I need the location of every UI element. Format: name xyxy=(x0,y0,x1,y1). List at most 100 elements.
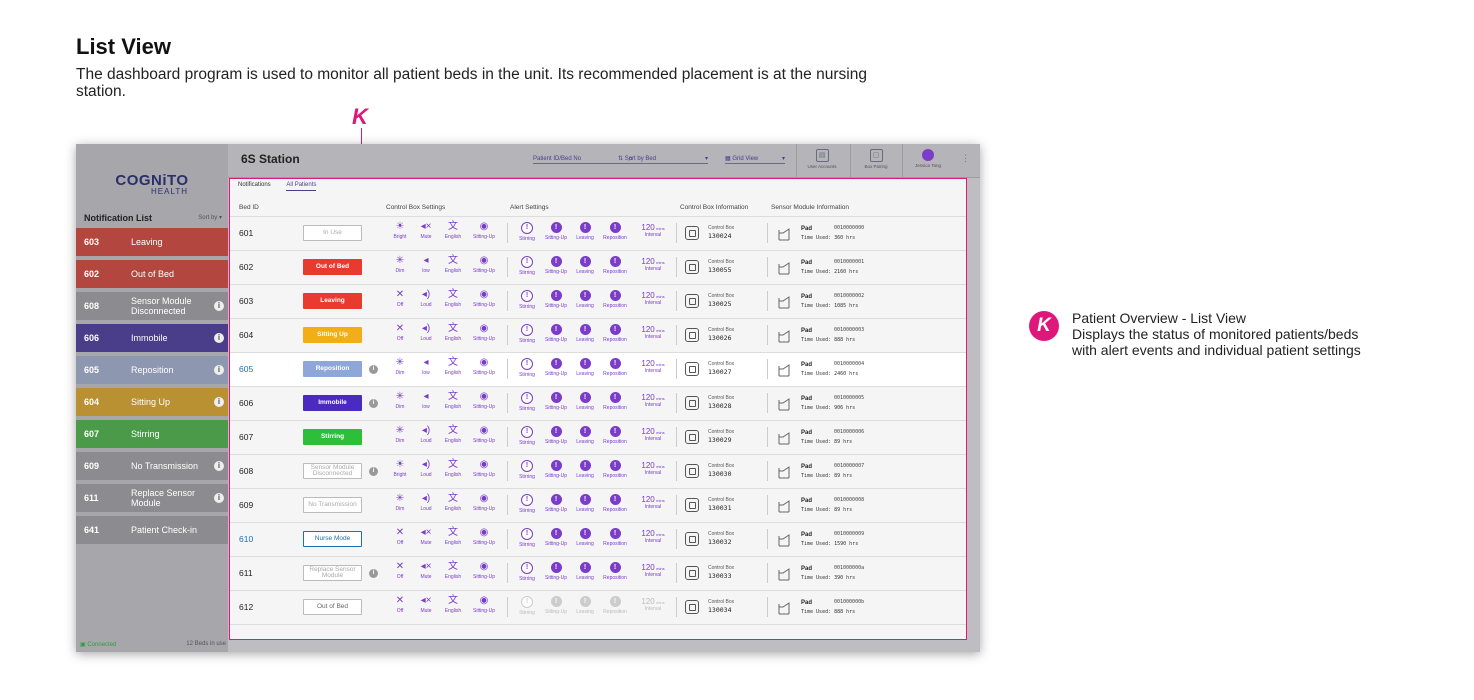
alert-toggle[interactable]: ! Sitting-Up xyxy=(541,458,571,479)
notification-item[interactable]: 606 Immobile i xyxy=(76,324,228,352)
light-setting[interactable]: ✳ Dim xyxy=(387,390,413,410)
alert-toggle[interactable]: ! Reposition xyxy=(600,390,630,411)
alert-toggle[interactable]: ! Reposition xyxy=(600,560,630,581)
alert-toggle[interactable]: ! Sitting-Up xyxy=(541,492,571,513)
sound-setting[interactable]: ◂× Mute xyxy=(413,594,439,614)
interval-setting[interactable]: 120 mins Interval xyxy=(635,257,671,272)
notification-sort-dropdown[interactable]: Sort by ▾ xyxy=(198,214,222,221)
notification-item[interactable]: 603 Leaving xyxy=(76,228,228,256)
language-setting[interactable]: 文 English xyxy=(440,356,466,376)
status-badge[interactable]: Out of Bed xyxy=(303,599,362,615)
table-row[interactable]: 603 Leaving ✕ Off ◂) Loud 文 English ◉ Sitting-Up!… xyxy=(230,285,966,319)
interval-setting[interactable]: 120 mins Interval xyxy=(635,291,671,306)
sound-setting[interactable]: ◂) Loud xyxy=(413,458,439,478)
sitting-up-setting[interactable]: ◉ Sitting-Up xyxy=(471,356,497,376)
light-setting[interactable]: ✕ Off xyxy=(387,322,413,342)
table-row[interactable]: 612 Out of Bed ✕ Off ◂× Mute 文 English ◉ Sitting-… xyxy=(230,591,966,625)
box-pairing-button[interactable]: ▢ Box Pairing xyxy=(850,144,901,177)
notification-item[interactable]: 641 Patient Check-in xyxy=(76,516,228,544)
sound-setting[interactable]: ◂) Loud xyxy=(413,322,439,342)
notification-item[interactable]: 602 Out of Bed xyxy=(76,260,228,288)
alert-toggle[interactable]: ! Leaving xyxy=(570,424,600,445)
alert-toggle[interactable]: ! Leaving xyxy=(570,220,600,241)
alert-toggle[interactable]: ! Stirring xyxy=(512,390,542,412)
sound-setting[interactable]: ◂) Loud xyxy=(413,288,439,308)
alert-toggle[interactable]: ! Sitting-Up xyxy=(541,560,571,581)
notification-item[interactable]: 607 Stirring xyxy=(76,420,228,448)
sitting-up-setting[interactable]: ◉ Sitting-Up xyxy=(471,254,497,274)
notification-item[interactable]: 605 Reposition i xyxy=(76,356,228,384)
table-row[interactable]: 611 Replace Sensor Module i ✕ Off ◂× Mute 文 Engl… xyxy=(230,557,966,591)
status-badge[interactable]: No Transmission xyxy=(303,497,362,513)
sitting-up-setting[interactable]: ◉ Sitting-Up xyxy=(471,288,497,308)
language-setting[interactable]: 文 English xyxy=(440,220,466,240)
user-profile-button[interactable]: Jessica Tang xyxy=(902,144,953,177)
info-icon[interactable]: i xyxy=(214,397,224,407)
alert-toggle[interactable]: ! Leaving xyxy=(570,526,600,547)
info-icon[interactable]: i xyxy=(369,399,378,408)
alert-toggle[interactable]: ! Stirring xyxy=(512,424,542,446)
sitting-up-setting[interactable]: ◉ Sitting-Up xyxy=(471,424,497,444)
alert-toggle[interactable]: ! Stirring xyxy=(512,560,542,582)
alert-toggle[interactable]: ! Leaving xyxy=(570,594,600,615)
light-setting[interactable]: ✳ Dim xyxy=(387,254,413,274)
light-setting[interactable]: ✕ Off xyxy=(387,560,413,580)
interval-setting[interactable]: 120 mins Interval xyxy=(635,495,671,510)
sitting-up-setting[interactable]: ◉ Sitting-Up xyxy=(471,492,497,512)
language-setting[interactable]: 文 English xyxy=(440,424,466,444)
status-badge[interactable]: Immobile xyxy=(303,395,362,411)
alert-toggle[interactable]: ! Leaving xyxy=(570,390,600,411)
interval-setting[interactable]: 120 mins Interval xyxy=(635,325,671,340)
light-setting[interactable]: ✳ Dim xyxy=(387,424,413,444)
language-setting[interactable]: 文 English xyxy=(440,492,466,512)
alert-toggle[interactable]: ! Reposition xyxy=(600,594,630,615)
sitting-up-setting[interactable]: ◉ Sitting-Up xyxy=(471,322,497,342)
table-row[interactable]: 601 In Use ☀ Bright ◂× Mute 文 English ◉ Sitting-U… xyxy=(230,217,966,251)
alert-toggle[interactable]: ! Stirring xyxy=(512,220,542,242)
alert-toggle[interactable]: ! Reposition xyxy=(600,424,630,445)
info-icon[interactable]: i xyxy=(214,333,224,343)
status-badge[interactable]: Stirring xyxy=(303,429,362,445)
sound-setting[interactable]: ◂ low xyxy=(413,356,439,376)
alert-toggle[interactable]: ! Sitting-Up xyxy=(541,220,571,241)
table-row[interactable]: 604 Sitting Up ✕ Off ◂) Loud 文 English ◉ Sitting-… xyxy=(230,319,966,353)
language-setting[interactable]: 文 English xyxy=(440,288,466,308)
light-setting[interactable]: ☀ Bright xyxy=(387,458,413,478)
status-badge[interactable]: Sitting Up xyxy=(303,327,362,343)
status-badge[interactable]: Nurse Mode xyxy=(303,531,362,547)
tab-notifications[interactable]: Notifications xyxy=(238,182,271,190)
alert-toggle[interactable]: ! Leaving xyxy=(570,560,600,581)
sound-setting[interactable]: ◂× Mute xyxy=(413,560,439,580)
alert-toggle[interactable]: ! Sitting-Up xyxy=(541,594,571,615)
table-row[interactable]: 610 Nurse Mode ✕ Off ◂× Mute 文 English ◉ Sitting-… xyxy=(230,523,966,557)
status-badge[interactable]: Reposition xyxy=(303,361,362,377)
user-accounts-button[interactable]: ▤ User Accounts xyxy=(796,144,847,177)
alert-toggle[interactable]: ! Leaving xyxy=(570,492,600,513)
sitting-up-setting[interactable]: ◉ Sitting-Up xyxy=(471,526,497,546)
interval-setting[interactable]: 120 mins Interval xyxy=(635,427,671,442)
light-setting[interactable]: ✕ Off xyxy=(387,288,413,308)
language-setting[interactable]: 文 English xyxy=(440,254,466,274)
alert-toggle[interactable]: ! Stirring xyxy=(512,254,542,276)
info-icon[interactable]: i xyxy=(214,461,224,471)
alert-toggle[interactable]: ! Stirring xyxy=(512,288,542,310)
light-setting[interactable]: ☀ Bright xyxy=(387,220,413,240)
tab-all-patients[interactable]: All Patients xyxy=(286,182,317,191)
alert-toggle[interactable]: ! Stirring xyxy=(512,356,542,378)
more-menu-icon[interactable]: ⋮ xyxy=(961,153,970,164)
alert-toggle[interactable]: ! Sitting-Up xyxy=(541,288,571,309)
table-row[interactable]: 607 Stirring ✳ Dim ◂) Loud 文 English ◉ Sitting-Up… xyxy=(230,421,966,455)
sitting-up-setting[interactable]: ◉ Sitting-Up xyxy=(471,220,497,240)
alert-toggle[interactable]: ! Sitting-Up xyxy=(541,322,571,343)
sound-setting[interactable]: ◂ low xyxy=(413,390,439,410)
interval-setting[interactable]: 120 mins Interval xyxy=(635,529,671,544)
alert-toggle[interactable]: ! Leaving xyxy=(570,458,600,479)
language-setting[interactable]: 文 English xyxy=(440,526,466,546)
alert-toggle[interactable]: ! Reposition xyxy=(600,322,630,343)
sort-dropdown[interactable]: ⇅ Sort by Bed ▾ xyxy=(618,155,708,164)
language-setting[interactable]: 文 English xyxy=(440,458,466,478)
sitting-up-setting[interactable]: ◉ Sitting-Up xyxy=(471,594,497,614)
notification-item[interactable]: 611 Replace Sensor Module i xyxy=(76,484,228,512)
status-badge[interactable]: Out of Bed xyxy=(303,259,362,275)
table-row[interactable]: 602 Out of Bed ✳ Dim ◂ low 文 English ◉ Sitting-Up… xyxy=(230,251,966,285)
